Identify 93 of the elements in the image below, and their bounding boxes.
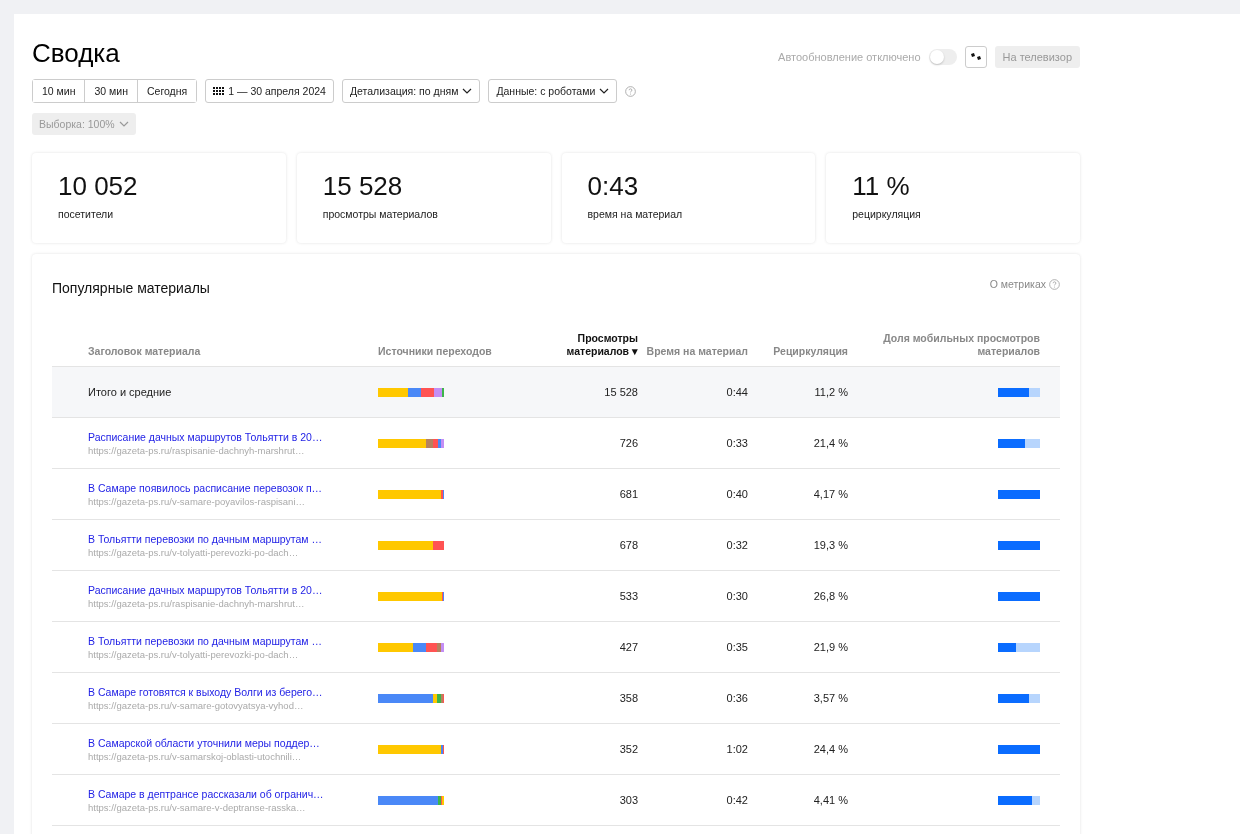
table-cell-text: 303 bbox=[618, 794, 638, 806]
table-cell-text: 11,2 % bbox=[813, 386, 848, 398]
mobile-share-bar bbox=[998, 642, 1040, 652]
share-button[interactable] bbox=[964, 46, 987, 68]
mobile-share-bar bbox=[998, 591, 1040, 601]
table-cell-text: 726 bbox=[618, 437, 638, 449]
panel-title: Популярные материалы bbox=[52, 280, 210, 296]
article-link[interactable]: В Самаре появилось расписание перевозок п… bbox=[88, 481, 378, 494]
column-header[interactable]: Просмотры материалов ▾ bbox=[528, 332, 638, 358]
article-url: https://gazeta-ps.ru/v-samare-v-deptranse-rasska… bbox=[88, 801, 307, 813]
table-cell-text: 0:42 bbox=[725, 794, 748, 806]
table-cell-text: 0:35 bbox=[725, 641, 748, 653]
article-link[interactable]: В Тольятти перевозки по дачным маршрутам … bbox=[88, 532, 378, 545]
table-cell-text: 0:32 bbox=[725, 539, 748, 551]
sources-bar bbox=[378, 540, 444, 550]
article-link[interactable]: В Самаре в дептрансе рассказали об огранич… bbox=[88, 787, 378, 800]
table-cell-text: 3,57 % bbox=[812, 692, 848, 704]
sources-bar bbox=[378, 438, 444, 448]
table-cell-text: 681 bbox=[618, 488, 638, 500]
metric-value: 11 % bbox=[852, 171, 911, 202]
article-url: https://gazeta-ps.ru/v-samarskoj-oblasti-utochnili… bbox=[88, 750, 303, 762]
detail-dropdown[interactable]: Детализация: по дням bbox=[341, 79, 481, 103]
table-cell-text: 15 528 bbox=[603, 386, 638, 398]
table-cell-text: 427 bbox=[618, 641, 638, 653]
shapes-icon bbox=[969, 52, 982, 62]
autorefresh-toggle[interactable] bbox=[928, 49, 957, 65]
table-cell-text: 0:33 bbox=[725, 437, 748, 449]
metric-label: просмотры материалов bbox=[322, 208, 439, 220]
period-tab[interactable]: Сегодня bbox=[136, 80, 197, 102]
table-cell-text: 19,3 % bbox=[812, 539, 848, 551]
article-link[interactable]: В Самарской области уточнили меры поддер… bbox=[88, 736, 378, 749]
help-icon[interactable] bbox=[625, 85, 637, 97]
metric-value: 15 528 bbox=[322, 171, 404, 202]
table-cell-text: 533 bbox=[618, 590, 638, 602]
table-cell-text: 358 bbox=[618, 692, 638, 704]
table-cell-text: 352 bbox=[618, 743, 638, 755]
article-url: https://gazeta-ps.ru/raspisanie-dachnyh-marshrut… bbox=[88, 597, 306, 609]
mobile-share-bar bbox=[998, 540, 1040, 550]
help-icon[interactable] bbox=[1049, 278, 1060, 290]
calendar-icon bbox=[213, 87, 225, 95]
sources-bar bbox=[378, 489, 444, 499]
autorefresh-label: Автообновление отключено bbox=[778, 51, 921, 63]
column-header[interactable]: Время на материал bbox=[638, 345, 748, 358]
table-cell-text: 1:02 bbox=[725, 743, 748, 755]
table-cell-text: 0:40 bbox=[725, 488, 748, 500]
table-cell-text: 0:30 bbox=[725, 590, 748, 602]
article-link[interactable]: Расписание дачных маршрутов Тольятти в 20… bbox=[88, 430, 378, 443]
article-url: https://gazeta-ps.ru/v-samare-gotovyatsya-vyhod… bbox=[88, 699, 305, 711]
sources-bar bbox=[378, 693, 444, 703]
table-cell-text: 678 bbox=[618, 539, 638, 551]
article-link[interactable]: Расписание дачных маршрутов Тольятти в 20… bbox=[88, 583, 378, 596]
article-url: https://gazeta-ps.ru/raspisanie-dachnyh-marshrut… bbox=[88, 444, 306, 456]
total-label: Итого и средние bbox=[88, 386, 173, 398]
table-cell-text: 21,4 % bbox=[812, 437, 848, 449]
sources-bar bbox=[378, 744, 444, 754]
mobile-share-bar bbox=[998, 387, 1040, 397]
chevron-icon bbox=[599, 88, 610, 94]
metric-value: 0:43 bbox=[587, 171, 640, 202]
metric-value: 10 052 bbox=[58, 171, 139, 202]
mobile-share-bar bbox=[998, 693, 1040, 703]
column-header[interactable]: Источники переходов bbox=[378, 345, 528, 358]
data-dropdown[interactable]: Данные: с роботами bbox=[488, 79, 618, 103]
page-title: Сводка bbox=[32, 38, 120, 69]
table-cell-text: 24,4 % bbox=[812, 743, 848, 755]
column-header[interactable]: Доля мобильных просмотров материалов bbox=[848, 332, 1040, 358]
article-url: https://gazeta-ps.ru/v-tolyatti-perevozki-po-dach… bbox=[88, 648, 300, 660]
metric-label: время на материал bbox=[587, 208, 684, 220]
sources-bar bbox=[378, 795, 444, 805]
date-range-button[interactable]: 1 — 30 апреля 2024 bbox=[205, 79, 334, 103]
sources-bar bbox=[378, 591, 444, 601]
sources-bar bbox=[378, 387, 444, 397]
table-cell-text: 0:44 bbox=[725, 386, 748, 398]
chevron-icon bbox=[462, 88, 473, 94]
chevron-icon bbox=[118, 121, 129, 127]
table-cell-text: 26,8 % bbox=[812, 590, 848, 602]
table-cell-text: 0:36 bbox=[725, 692, 748, 704]
article-url: https://gazeta-ps.ru/v-samare-poyavilos-raspisani… bbox=[88, 495, 306, 507]
mobile-share-bar bbox=[998, 489, 1040, 499]
metric-label: посетители bbox=[58, 208, 115, 220]
table-cell-text: 4,17 % bbox=[812, 488, 848, 500]
about-metrics-link[interactable]: О метриках bbox=[989, 278, 1060, 290]
article-link[interactable]: В Тольятти перевозки по дачным маршрутам … bbox=[88, 634, 378, 647]
mobile-share-bar bbox=[998, 438, 1040, 448]
metric-label: рециркуляция bbox=[852, 208, 922, 220]
article-link[interactable]: В Самаре готовятся к выходу Волги из берего… bbox=[88, 685, 378, 698]
article-url: https://gazeta-ps.ru/v-tolyatti-perevozki-po-dach… bbox=[88, 546, 300, 558]
column-header[interactable]: Заголовок материала bbox=[88, 345, 378, 358]
mobile-share-bar bbox=[998, 795, 1040, 805]
sources-bar bbox=[378, 642, 444, 652]
column-header[interactable]: Рециркуляция bbox=[748, 345, 848, 358]
table-cell-text: 21,9 % bbox=[812, 641, 848, 653]
mobile-share-bar bbox=[998, 744, 1040, 754]
table-cell-text: 4,41 % bbox=[812, 794, 848, 806]
